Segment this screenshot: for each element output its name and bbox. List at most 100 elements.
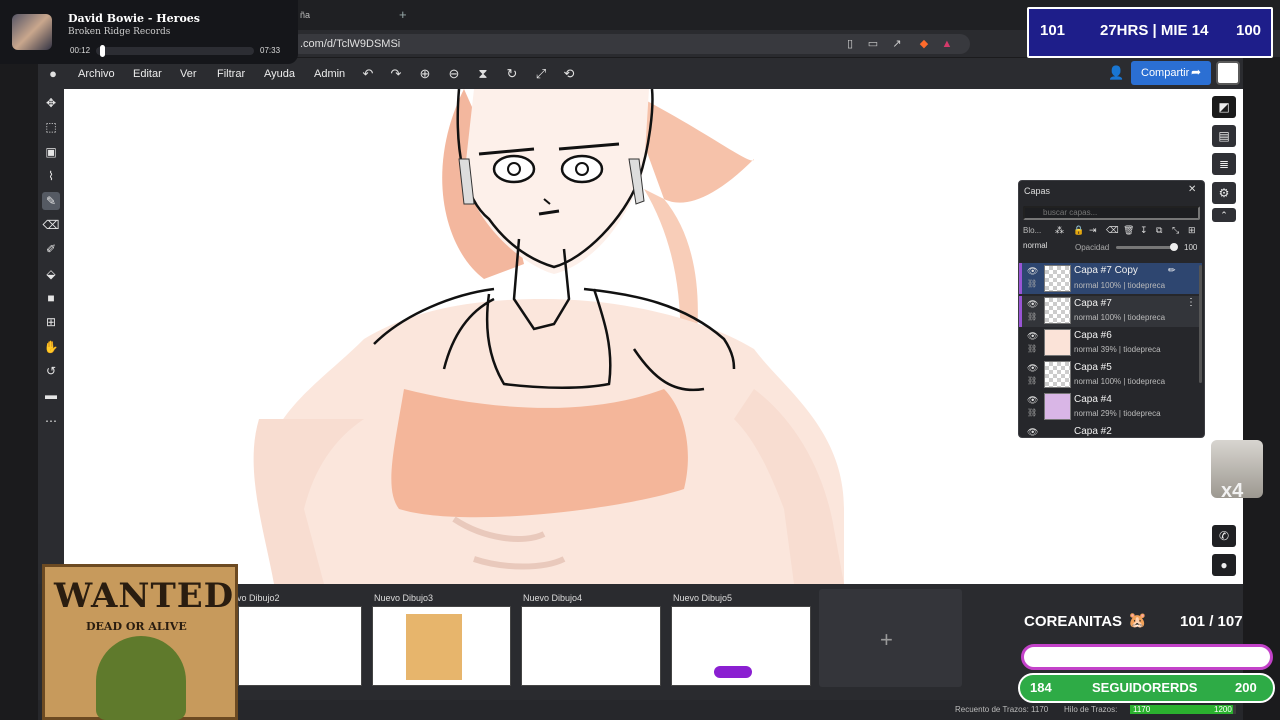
flatten-icon[interactable]: ⤡: [1172, 225, 1179, 236]
layer-search-input[interactable]: [1023, 206, 1200, 220]
edit-pencil-icon[interactable]: ✏: [1168, 265, 1176, 276]
song-artist: Broken Ridge Records: [68, 27, 171, 37]
flip-icon[interactable]: ⧗: [474, 65, 492, 83]
rotate-tool-icon[interactable]: ↺: [42, 362, 60, 380]
browser-tab-label[interactable]: ña: [300, 10, 310, 20]
redo-icon[interactable]: ↷: [387, 65, 405, 83]
stroke-count: Recuento de Trazos: 1170: [955, 705, 1049, 714]
document-label[interactable]: evo Dibujo2: [232, 593, 280, 603]
zoom-in-icon[interactable]: ⊕: [416, 65, 434, 83]
stroke-progress-max: 1200: [1214, 705, 1232, 714]
layer-link-icon[interactable]: ⛓: [1027, 376, 1037, 385]
eraser-tool-icon[interactable]: ⌫: [42, 216, 60, 234]
layer-name[interactable]: Capa #7 Copy: [1074, 265, 1138, 276]
layers-scrollbar[interactable]: [1199, 265, 1202, 383]
navigator-icon[interactable]: ▤: [1212, 125, 1236, 147]
more-tools-icon[interactable]: ⋯: [42, 412, 60, 430]
layer-thumbnail: [1044, 265, 1071, 292]
add-layer-icon[interactable]: ⊞: [1188, 225, 1196, 236]
plus-icon[interactable]: +: [880, 627, 893, 653]
layer-name[interactable]: Capa #4: [1074, 394, 1112, 405]
zoom-out-icon[interactable]: ⊖: [445, 65, 463, 83]
opacity-slider[interactable]: [1116, 246, 1174, 249]
document-label[interactable]: Nuevo Dibujo3: [374, 593, 433, 603]
document-label[interactable]: Nuevo Dibujo4: [523, 593, 582, 603]
brush-tool-icon[interactable]: ✎: [42, 192, 60, 210]
layer-name[interactable]: Capa #6: [1074, 330, 1112, 341]
duplicate-icon[interactable]: ⧉: [1156, 225, 1162, 236]
visibility-icon[interactable]: 👁: [1027, 427, 1038, 438]
song-title: David Bowie - Heroes: [68, 12, 200, 25]
wanted-title: WANTED: [54, 576, 235, 616]
hand-tool-icon[interactable]: ✋: [42, 338, 60, 356]
opacity-slider-knob[interactable]: [1170, 243, 1178, 251]
document-label[interactable]: Nuevo Dibujo5: [673, 593, 732, 603]
rewards-icon[interactable]: ▲: [940, 37, 954, 51]
visibility-icon[interactable]: 👁: [1027, 266, 1038, 277]
url-text[interactable]: .com/d/TclW9DSMSi: [300, 38, 400, 50]
song-progress-thumb: [100, 45, 105, 57]
reset-view-icon[interactable]: ⟲: [560, 65, 578, 83]
frog-character-image: [96, 636, 186, 720]
user-avatar[interactable]: [1216, 61, 1240, 85]
shape-tool-icon[interactable]: ■: [42, 289, 60, 307]
follower-goal-left: 184: [1030, 680, 1052, 695]
merge-down-icon[interactable]: ↧: [1140, 225, 1148, 236]
layer-marker: [1019, 296, 1022, 327]
undo-icon[interactable]: ↶: [359, 65, 377, 83]
close-icon[interactable]: ✕: [1188, 184, 1196, 195]
clipboard-icon[interactable]: ▯: [843, 37, 857, 51]
collapse-icon[interactable]: ⌃: [1212, 208, 1236, 222]
merge-icon[interactable]: ⇥: [1089, 225, 1097, 236]
lock-icon[interactable]: 🔒: [1073, 225, 1084, 236]
visibility-icon[interactable]: 👁: [1027, 299, 1038, 310]
document-thumbnail[interactable]: [238, 606, 362, 686]
select-tool-icon[interactable]: ⬚: [42, 118, 60, 136]
layers-icon[interactable]: ≣: [1212, 153, 1236, 175]
menu-ayuda[interactable]: Ayuda: [264, 68, 295, 80]
layer-name[interactable]: Capa #7: [1074, 298, 1112, 309]
brave-shield-icon[interactable]: ◆: [917, 37, 931, 51]
delete-icon[interactable]: 🗑: [1123, 225, 1134, 236]
move-tool-icon[interactable]: ✥: [42, 94, 60, 112]
more-options-icon[interactable]: ⋮: [1186, 297, 1196, 308]
layer-link-icon[interactable]: ⛓: [1027, 408, 1037, 417]
lock-alpha-icon[interactable]: ⁂: [1055, 225, 1064, 236]
call-icon[interactable]: ✆: [1212, 525, 1236, 547]
clear-icon[interactable]: ⌫: [1106, 225, 1119, 236]
opacity-label: Opacidad: [1075, 243, 1110, 252]
layer-name[interactable]: Capa #2: [1074, 426, 1112, 437]
menu-filtrar[interactable]: Filtrar: [217, 68, 245, 80]
transform-tool-icon[interactable]: ▣: [42, 143, 60, 161]
visibility-icon[interactable]: 👁: [1027, 331, 1038, 342]
menu-ver[interactable]: Ver: [180, 68, 197, 80]
menu-admin[interactable]: Admin: [314, 68, 345, 80]
blend-mode-select[interactable]: normal: [1023, 241, 1071, 254]
eyedropper-tool-icon[interactable]: ⌇: [42, 167, 60, 185]
app-logo-icon[interactable]: ●: [44, 65, 62, 83]
layer-link-icon[interactable]: ⛓: [1027, 344, 1037, 353]
rotate-icon[interactable]: ↻: [503, 65, 521, 83]
visibility-icon[interactable]: 👁: [1027, 395, 1038, 406]
chat-icon[interactable]: ●: [1212, 554, 1236, 576]
color-swatch-icon[interactable]: ◩: [1212, 96, 1236, 118]
share-button-label[interactable]: Compartir: [1141, 67, 1189, 79]
document-thumbnail[interactable]: [521, 606, 661, 686]
cast-icon[interactable]: ▭: [866, 37, 880, 51]
layer-link-icon[interactable]: ⛓: [1027, 279, 1037, 288]
comment-tool-icon[interactable]: ▬: [42, 386, 60, 404]
layer-link-icon[interactable]: ⛓: [1027, 312, 1037, 321]
new-tab-button[interactable]: +: [399, 7, 407, 22]
add-tool-icon[interactable]: ⊞: [42, 313, 60, 331]
menu-archivo[interactable]: Archivo: [78, 68, 115, 80]
layer-name[interactable]: Capa #5: [1074, 362, 1112, 373]
menu-editar[interactable]: Editar: [133, 68, 162, 80]
smudge-tool-icon[interactable]: ✐: [42, 240, 60, 258]
fullscreen-icon[interactable]: ⤢: [532, 65, 550, 83]
add-user-icon[interactable]: 👤: [1108, 65, 1124, 81]
settings-icon[interactable]: ⚙: [1212, 182, 1236, 204]
visibility-icon[interactable]: 👁: [1027, 363, 1038, 374]
share-page-icon[interactable]: ↗: [890, 37, 904, 51]
goal-progress-bar: [1021, 644, 1273, 670]
fill-tool-icon[interactable]: ⬙: [42, 265, 60, 283]
